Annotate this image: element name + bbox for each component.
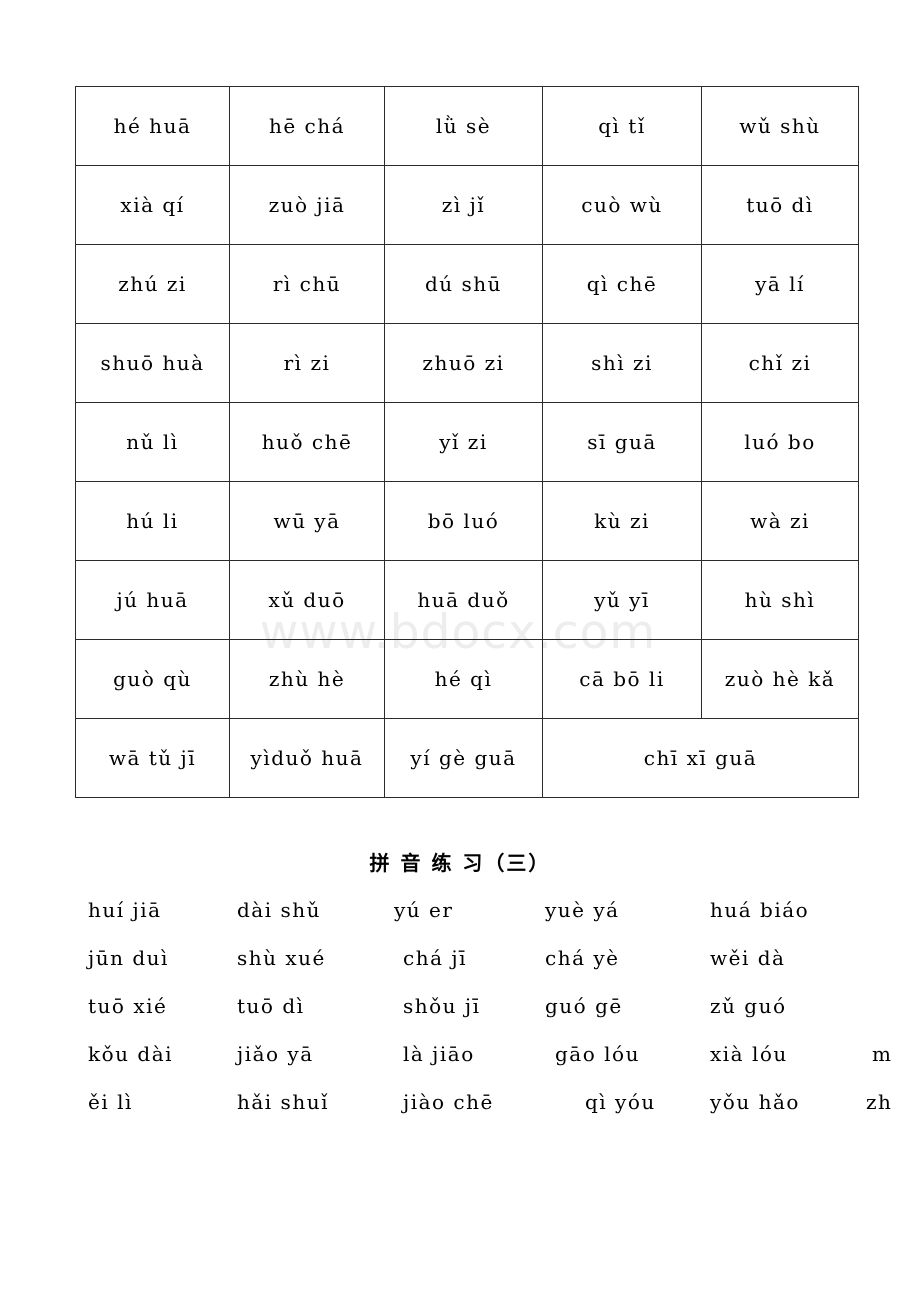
exercise-word: zǔ guó — [710, 994, 787, 1018]
table-row: guò qù zhù hè hé qì cā bō li zuò hè kǎ — [75, 639, 859, 719]
exercise-word: qì yóu — [585, 1090, 656, 1114]
exercise-lines: huí jiā dài shǔ yú er yuè yá huá biáo jū… — [0, 898, 920, 1138]
exercise-stray-text: m — [872, 1042, 893, 1066]
table-row: wā tǔ jī yìduǒ huā yí gè guā chī xī guā — [75, 718, 859, 798]
exercise-word: chá jī — [403, 946, 467, 970]
exercise-row: tuō xié tuō dì shǒu jī guó gē zǔ guó — [0, 994, 920, 1042]
exercise-word: tuō xié — [88, 994, 168, 1018]
table-cell: zhù hè — [229, 639, 385, 719]
table-cell: zì jǐ — [384, 165, 543, 245]
table-cell: tuō dì — [701, 165, 859, 245]
table-cell: hē chá — [229, 86, 385, 166]
table-cell: qì chē — [542, 244, 702, 324]
table-cell: yǔ yī — [542, 560, 702, 640]
table-row: jú huā xǔ duō huā duǒ yǔ yī hù shì — [75, 560, 859, 640]
table-cell: nǔ lì — [75, 402, 230, 482]
exercise-row: ěi lì hǎi shuǐ jiào chē qì yóu yǒu hǎo z… — [0, 1090, 920, 1138]
table-row: hú li wū yā bō luó kù zi wà zi — [75, 481, 859, 561]
table-cell: wū yā — [229, 481, 385, 561]
table-row: xià qí zuò jiā zì jǐ cuò wù tuō dì — [75, 165, 859, 245]
table-cell: cuò wù — [542, 165, 702, 245]
table-cell: zhuō zi — [384, 323, 543, 403]
exercise-word: huá biáo — [710, 898, 810, 922]
table-cell: zhú zi — [75, 244, 230, 324]
table-cell: rì zi — [229, 323, 385, 403]
exercise-word: xià lóu — [710, 1042, 788, 1066]
table-cell: hé huā — [75, 86, 230, 166]
exercise-word: yǒu hǎo — [710, 1090, 800, 1114]
pinyin-table: hé huā hē chá lǜ sè qì tǐ wǔ shù xià qí … — [75, 86, 859, 798]
table-cell: qì tǐ — [542, 86, 702, 166]
exercise-row: kǒu dài jiǎo yā là jiāo gāo lóu xià lóu … — [0, 1042, 920, 1090]
exercise-row: huí jiā dài shǔ yú er yuè yá huá biáo — [0, 898, 920, 946]
table-cell: zuò jiā — [229, 165, 385, 245]
table-cell: wā tǔ jī — [75, 718, 230, 798]
table-cell: sī guā — [542, 402, 702, 482]
table-row: nǔ lì huǒ chē yǐ zi sī guā luó bo — [75, 402, 859, 482]
exercise-word: hǎi shuǐ — [237, 1090, 329, 1114]
table-cell: yǐ zi — [384, 402, 543, 482]
table-cell: xǔ duō — [229, 560, 385, 640]
exercise-word: shǒu jī — [403, 994, 481, 1018]
table-cell: luó bo — [701, 402, 859, 482]
page-title: 拼 音 练 习（三） — [369, 851, 551, 875]
exercise-word: wěi dà — [710, 946, 786, 970]
table-cell: shuō huà — [75, 323, 230, 403]
exercise-stray-text: zh — [866, 1090, 893, 1114]
table-cell: hù shì — [701, 560, 859, 640]
table-cell: dú shū — [384, 244, 543, 324]
exercise-word: jiào chē — [403, 1090, 494, 1114]
exercise-word: guó gē — [545, 994, 623, 1018]
table-cell: xià qí — [75, 165, 230, 245]
exercise-row: jūn duì shù xué chá jī chá yè wěi dà — [0, 946, 920, 994]
table-cell: huǒ chē — [229, 402, 385, 482]
exercise-word: kǒu dài — [88, 1042, 174, 1066]
table-cell: yìduǒ huā — [229, 718, 385, 798]
table-cell: shì zi — [542, 323, 702, 403]
exercise-word: dài shǔ — [237, 898, 322, 922]
table-cell: cā bō li — [542, 639, 702, 719]
exercise-word: chá yè — [545, 946, 620, 970]
exercise-word: yuè yá — [545, 898, 620, 922]
table-cell: lǜ sè — [384, 86, 543, 166]
table-cell: jú huā — [75, 560, 230, 640]
table-cell: huā duǒ — [384, 560, 543, 640]
table-row: shuō huà rì zi zhuō zi shì zi chǐ zi — [75, 323, 859, 403]
table-cell: yí gè guā — [384, 718, 543, 798]
table-cell: zuò hè kǎ — [701, 639, 859, 719]
table-cell: hú li — [75, 481, 230, 561]
exercise-word: tuō dì — [237, 994, 305, 1018]
exercise-word: jūn duì — [88, 946, 169, 970]
table-cell-merged: chī xī guā — [542, 718, 859, 798]
exercise-word: shù xué — [237, 946, 326, 970]
table-cell: rì chū — [229, 244, 385, 324]
table-cell: chǐ zi — [701, 323, 859, 403]
exercise-word: jiǎo yā — [237, 1042, 314, 1066]
table-cell: wà zi — [701, 481, 859, 561]
exercise-word: huí jiā — [88, 898, 162, 922]
exercise-word: là jiāo — [403, 1042, 475, 1066]
exercise-word: ěi lì — [88, 1090, 133, 1114]
table-cell: wǔ shù — [701, 86, 859, 166]
table-cell: hé qì — [384, 639, 543, 719]
exercise-word: gāo lóu — [555, 1042, 640, 1066]
table-row: zhú zi rì chū dú shū qì chē yā lí — [75, 244, 859, 324]
table-cell: yā lí — [701, 244, 859, 324]
table-row: hé huā hē chá lǜ sè qì tǐ wǔ shù — [75, 86, 859, 166]
pinyin-table-body: hé huā hē chá lǜ sè qì tǐ wǔ shù xià qí … — [75, 86, 859, 798]
table-cell: bō luó — [384, 481, 543, 561]
table-cell: guò qù — [75, 639, 230, 719]
table-cell: kù zi — [542, 481, 702, 561]
exercise-word: yú er — [394, 898, 454, 922]
